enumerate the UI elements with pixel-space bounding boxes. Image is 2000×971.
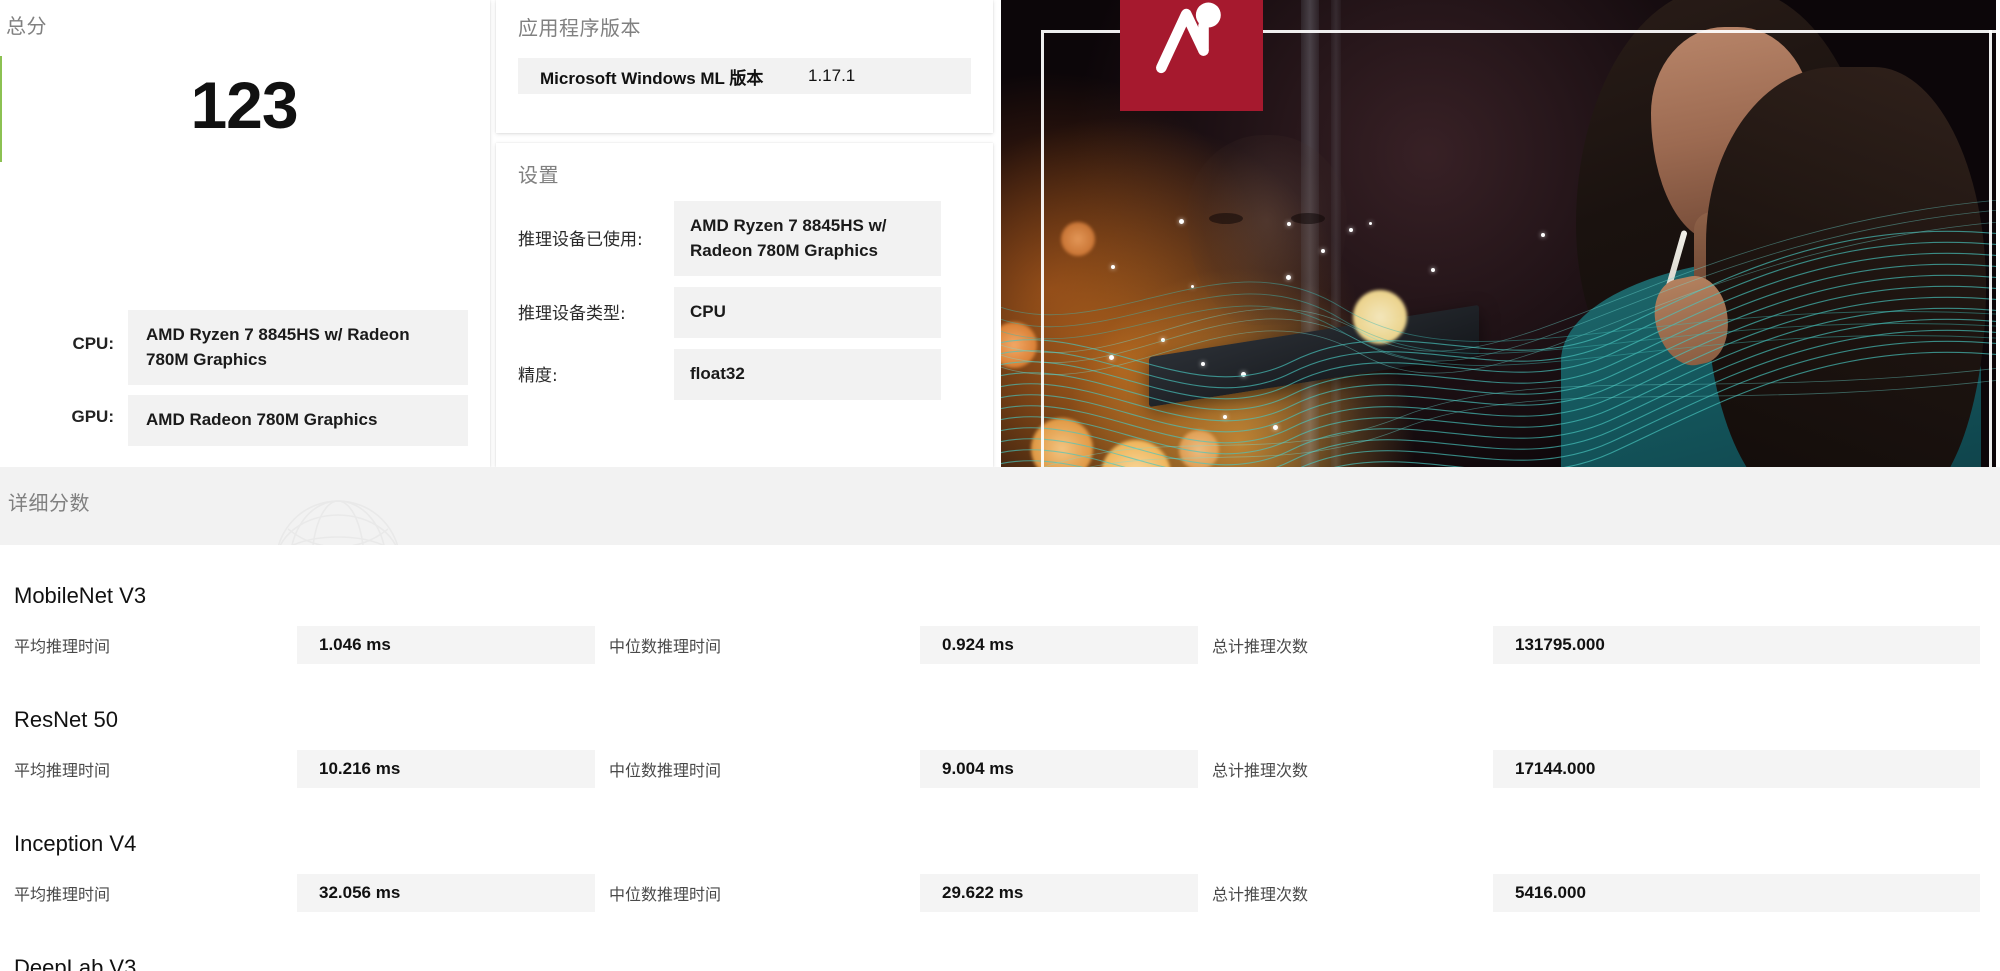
cpu-value: AMD Ryzen 7 8845HS w/ Radeon 780M Graphi… [128,310,468,386]
median-inference-time-label: 中位数推理时间 [609,885,722,904]
summary-section: 总分 123 CPU: AMD Ryzen 7 8845HS w/ Radeon… [0,0,2000,467]
setting-row-inference-device: 推理设备已使用: AMD Ryzen 7 8845HS w/ Radeon 78… [496,201,993,277]
avg-inference-time-value: 1.046 ms [297,626,595,664]
metric-row: 平均推理时间 1.046 ms 中位数推理时间 0.924 ms 总计推理次数 … [0,623,2000,667]
hardware-row-cpu: CPU: AMD Ryzen 7 8845HS w/ Radeon 780M G… [0,310,490,386]
total-inferences-label: 总计推理次数 [1212,761,1309,780]
hardware-list: CPU: AMD Ryzen 7 8845HS w/ Radeon 780M G… [0,310,490,456]
settings-list: 推理设备已使用: AMD Ryzen 7 8845HS w/ Radeon 78… [496,201,993,411]
hero-banner-image [1001,0,1996,467]
model-block-deeplab-v3: DeepLab V3 [0,939,2000,971]
benchmark-results-page: 总分 123 CPU: AMD Ryzen 7 8845HS w/ Radeon… [0,0,2000,971]
detail-scores-list: MobileNet V3 平均推理时间 1.046 ms 中位数推理时间 0.9… [0,545,2000,971]
total-inferences-label: 总计推理次数 [1212,885,1309,904]
teal-wave-mesh [1001,199,1996,467]
device-type-value: CPU [674,287,941,338]
ai-logo-icon [1155,2,1221,74]
hardware-row-gpu: GPU: AMD Radeon 780M Graphics [0,395,490,446]
info-column: 应用程序版本 Microsoft Windows ML 版本 1.17.1 设置… [496,0,993,467]
median-inference-time-value: 9.004 ms [920,750,1198,788]
median-inference-time-label: 中位数推理时间 [609,761,722,780]
model-block-mobilenet-v3: MobileNet V3 平均推理时间 1.046 ms 中位数推理时间 0.9… [0,567,2000,667]
total-inferences-value: 5416.000 [1493,874,1980,912]
total-inferences-label: 总计推理次数 [1212,637,1309,656]
precision-label: 精度: [518,365,558,386]
total-score-card: 总分 123 CPU: AMD Ryzen 7 8845HS w/ Radeon… [0,0,490,467]
model-name: MobileNet V3 [14,583,147,608]
avg-inference-time-label: 平均推理时间 [14,761,111,780]
gpu-value: AMD Radeon 780M Graphics [128,395,468,446]
globe-watermark-icon [277,500,399,545]
avg-inference-time-value: 10.216 ms [297,750,595,788]
model-name: DeepLab V3 [14,955,137,971]
cpu-label: CPU: [72,334,114,353]
model-name: ResNet 50 [14,707,118,732]
inference-device-value: AMD Ryzen 7 8845HS w/ Radeon 780M Graphi… [674,201,941,277]
total-score-value: 123 [190,68,298,142]
metric-row: 平均推理时间 10.216 ms 中位数推理时间 9.004 ms 总计推理次数… [0,747,2000,791]
metric-row: 平均推理时间 32.056 ms 中位数推理时间 29.622 ms 总计推理次… [0,871,2000,915]
avg-inference-time-label: 平均推理时间 [14,885,111,904]
avg-inference-time-value: 32.056 ms [297,874,595,912]
app-version-number: 1.17.1 [808,66,856,85]
median-inference-time-label: 中位数推理时间 [609,637,722,656]
precision-value: float32 [674,348,941,400]
settings-card: 设置 推理设备已使用: AMD Ryzen 7 8845HS w/ Radeon… [496,143,993,467]
gpu-label: GPU: [71,407,115,427]
device-type-label: 推理设备类型: [518,304,626,325]
model-block-inception-v4: Inception V4 平均推理时间 32.056 ms 中位数推理时间 29… [0,815,2000,915]
setting-row-precision: 精度: float32 [496,348,993,400]
setting-row-device-type: 推理设备类型: CPU [496,287,993,338]
settings-title: 设置 [518,163,559,187]
total-score-title: 总分 [6,14,47,38]
app-version-card: 应用程序版本 Microsoft Windows ML 版本 1.17.1 [496,0,993,133]
total-inferences-value: 131795.000 [1493,626,1980,664]
app-version-row: Microsoft Windows ML 版本 1.17.1 [518,58,971,94]
median-inference-time-value: 29.622 ms [920,874,1198,912]
detail-scores-title: 详细分数 [8,491,90,515]
detail-scores-band: 详细分数 [0,467,2000,545]
total-inferences-value: 17144.000 [1493,750,1980,788]
inference-device-label: 推理设备已使用: [518,230,643,250]
model-block-resnet-50: ResNet 50 平均推理时间 10.216 ms 中位数推理时间 9.004… [0,691,2000,791]
avg-inference-time-label: 平均推理时间 [14,637,111,656]
model-name: Inception V4 [14,831,137,856]
app-version-title: 应用程序版本 [518,16,641,40]
hero-white-frame-right [1989,30,1992,467]
median-inference-time-value: 0.924 ms [920,626,1198,664]
app-version-name: Microsoft Windows ML 版本 [540,68,764,88]
ai-logo-badge [1120,0,1263,111]
